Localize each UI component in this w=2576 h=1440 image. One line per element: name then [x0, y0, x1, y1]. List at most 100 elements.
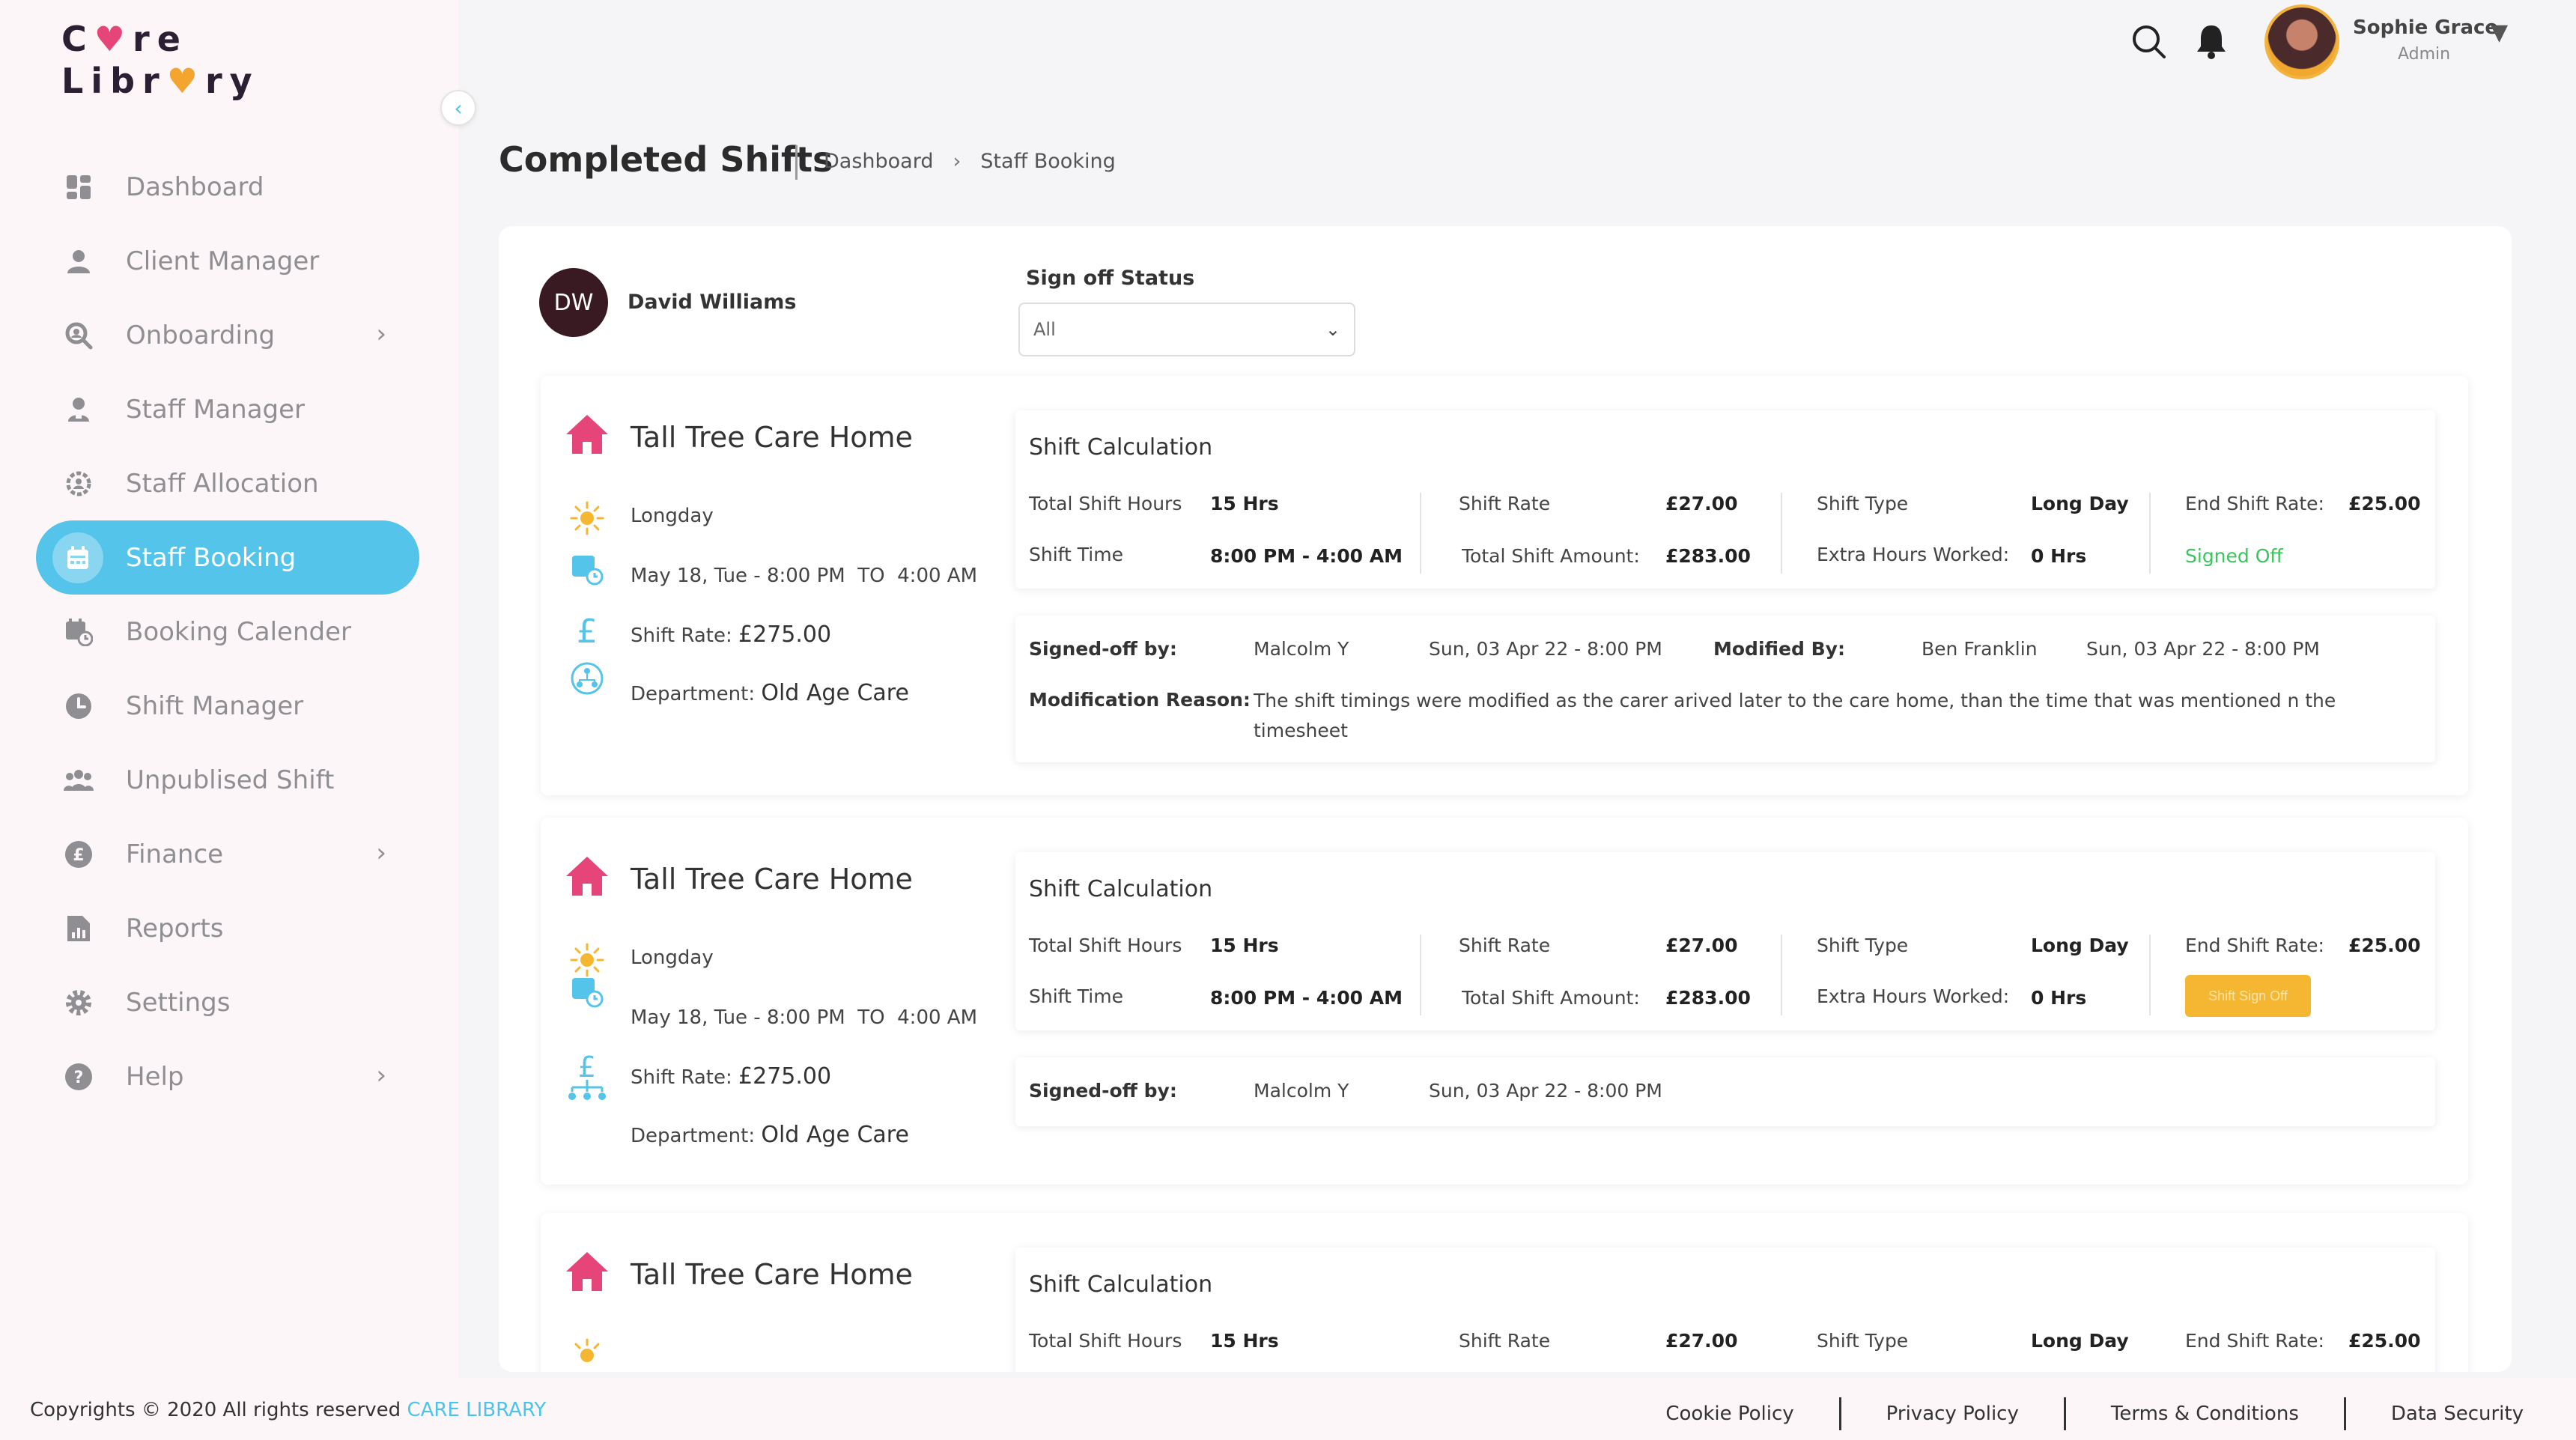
- sidebar-item-client-manager[interactable]: Client Manager: [36, 224, 419, 298]
- user-name[interactable]: Sophie Grace: [2353, 16, 2498, 39]
- signed-off-by-label: Signed-off by:: [1029, 638, 1177, 660]
- dashboard-icon: [61, 170, 96, 204]
- home-icon: [566, 1252, 608, 1291]
- terms-link[interactable]: Terms & Conditions: [2066, 1403, 2344, 1425]
- user-avatar[interactable]: [2264, 4, 2339, 79]
- shift-rate-value: £27.00: [1665, 935, 1738, 956]
- privacy-policy-link[interactable]: Privacy Policy: [1841, 1403, 2064, 1425]
- sidebar-item-reports[interactable]: Reports: [36, 891, 419, 965]
- sun-icon: [570, 501, 604, 535]
- svg-text:£: £: [73, 846, 84, 865]
- shift-type-value: Long Day: [2031, 493, 2129, 514]
- shift-calculation-title: Shift Calculation: [1029, 1272, 1213, 1298]
- shift-rate-label: Shift Rate:: [631, 625, 732, 647]
- total-shift-hours-value: 15 Hrs: [1210, 935, 1279, 956]
- shift-rate-label: Shift Rate: [1459, 493, 1551, 514]
- sidebar-item-label: Help: [126, 1061, 184, 1092]
- chevron-right-icon[interactable]: ›: [376, 1060, 386, 1090]
- end-shift-rate-label: End Shift Rate:: [2185, 1330, 2324, 1352]
- cookie-policy-link[interactable]: Cookie Policy: [1620, 1403, 1838, 1425]
- sidebar-item-shift-manager[interactable]: Shift Manager: [36, 669, 419, 743]
- sign-off-status-select[interactable]: All ⌄: [1018, 303, 1355, 356]
- shift-kind: Longday: [631, 505, 714, 527]
- extra-hours-value: 0 Hrs: [2031, 987, 2087, 1009]
- sidebar-item-onboarding[interactable]: Onboarding ›: [36, 298, 419, 372]
- shift-date-start: May 18, Tue - 8:00 PM: [631, 1006, 845, 1029]
- chevron-right-icon[interactable]: ›: [376, 838, 386, 868]
- status-badge: Signed Off: [2185, 545, 2283, 567]
- sidebar-item-label: Reports: [126, 913, 224, 944]
- bell-icon[interactable]: [2193, 22, 2230, 61]
- report-icon: [61, 911, 96, 946]
- care-library-logo[interactable]: C♥re Libr♥ry: [61, 18, 260, 102]
- column-divider: [1781, 493, 1782, 574]
- shift-calculation-panel: Shift Calculation Total Shift Hours 15 H…: [1015, 852, 2435, 1030]
- shift-date: May 18, Tue - 8:00 PM TO 4:00 AM: [631, 565, 977, 587]
- staff-avatar: DW: [539, 268, 608, 337]
- shift-type-value: Long Day: [2031, 935, 2129, 956]
- allocation-gear-icon: [61, 467, 96, 501]
- venue-name: Tall Tree Care Home: [631, 863, 913, 896]
- sidebar-item-label: Shift Manager: [126, 690, 304, 721]
- sidebar: C♥re Libr♥ry Dashboard Client Manager On…: [0, 0, 458, 1378]
- sidebar-item-finance[interactable]: £ Finance ›: [36, 817, 419, 891]
- chevron-down-icon: ⌄: [1325, 319, 1340, 340]
- sidebar-item-label: Onboarding: [126, 320, 276, 350]
- caret-down-icon[interactable]: ▼: [2491, 19, 2508, 46]
- copyright: Copyrights © 2020 All rights reserved CA…: [30, 1399, 546, 1421]
- svg-text:?: ?: [74, 1069, 84, 1087]
- breadcrumb: Dashboard › Staff Booking: [824, 150, 1116, 173]
- data-security-link[interactable]: Data Security: [2346, 1403, 2524, 1425]
- sidebar-item-label: Staff Manager: [126, 394, 306, 425]
- total-shift-hours-label: Total Shift Hours: [1029, 493, 1182, 514]
- date-to-label: TO: [857, 1006, 885, 1029]
- end-shift-rate-value: £25.00: [2348, 1330, 2421, 1352]
- sidebar-item-dashboard[interactable]: Dashboard: [36, 150, 419, 224]
- home-icon: [566, 415, 608, 454]
- signed-off-by-value: Malcolm Y: [1254, 1080, 1349, 1102]
- footer-links: Cookie Policy Privacy Policy Terms & Con…: [1620, 1397, 2524, 1430]
- sidebar-item-staff-booking[interactable]: Staff Booking: [36, 520, 419, 595]
- shift-time-value: 8:00 PM - 4:00 AM: [1210, 987, 1403, 1009]
- modification-reason-label: Modification Reason:: [1029, 689, 1251, 711]
- breadcrumb-staff-booking[interactable]: Staff Booking: [980, 150, 1115, 173]
- completed-shifts-card: DW David Williams Sign off Status All ⌄ …: [499, 226, 2512, 1372]
- staff-name: David Williams: [628, 291, 797, 314]
- shift-rate-value: £275.00: [738, 1063, 832, 1090]
- sidebar-item-booking-calender[interactable]: Booking Calender: [36, 595, 419, 669]
- title-divider: [795, 145, 798, 180]
- shift-time-label: Shift Time: [1029, 544, 1123, 565]
- shift-sign-off-button[interactable]: Shift Sign Off: [2185, 975, 2311, 1017]
- venue-name: Tall Tree Care Home: [631, 1258, 913, 1291]
- total-shift-amount-value: £283.00: [1665, 545, 1751, 567]
- search-icon[interactable]: [2130, 22, 2169, 61]
- sidebar-item-label: Settings: [126, 987, 231, 1018]
- sidebar-item-help[interactable]: ? Help ›: [36, 1039, 419, 1114]
- footer-brand-link[interactable]: CARE LIBRARY: [407, 1399, 546, 1421]
- sidebar-item-label: Client Manager: [126, 246, 320, 276]
- shift-type-label: Shift Type: [1817, 935, 1909, 956]
- shift-kind: Longday: [631, 947, 714, 969]
- collapse-sidebar-button[interactable]: ‹: [440, 90, 476, 126]
- shift-card: Tall Tree Care Home Longday May 18, Tue …: [541, 376, 2468, 795]
- chevron-right-icon[interactable]: ›: [376, 319, 386, 349]
- shift-type-label: Shift Type: [1817, 493, 1909, 514]
- column-divider: [2149, 493, 2151, 574]
- signed-off-by-label: Signed-off by:: [1029, 1080, 1177, 1102]
- end-shift-rate-label: End Shift Rate:: [2185, 935, 2324, 956]
- sidebar-item-staff-allocation[interactable]: Staff Allocation: [36, 446, 419, 520]
- shift-calculation-panel: Shift Calculation Total Shift Hours 15 H…: [1015, 410, 2435, 589]
- sidebar-item-staff-manager[interactable]: Staff Manager: [36, 372, 419, 446]
- shift-calculation-panel: Shift Calculation Total Shift Hours 15 H…: [1015, 1248, 2435, 1372]
- footer: Copyrights © 2020 All rights reserved CA…: [0, 1378, 2576, 1440]
- sidebar-item-unpublised-shift[interactable]: Unpublised Shift: [36, 743, 419, 817]
- breadcrumb-dashboard[interactable]: Dashboard: [824, 150, 933, 173]
- shift-date-start: May 18, Tue - 8:00 PM: [631, 565, 845, 587]
- sidebar-item-settings[interactable]: Settings: [36, 965, 419, 1039]
- total-shift-amount-label: Total Shift Amount:: [1462, 987, 1640, 1009]
- shift-date: May 18, Tue - 8:00 PM TO 4:00 AM: [631, 1006, 977, 1029]
- extra-hours-value: 0 Hrs: [2031, 545, 2087, 567]
- question-icon: ?: [61, 1060, 96, 1094]
- shift-time-label: Shift Time: [1029, 985, 1123, 1007]
- svg-text:£: £: [578, 1051, 596, 1084]
